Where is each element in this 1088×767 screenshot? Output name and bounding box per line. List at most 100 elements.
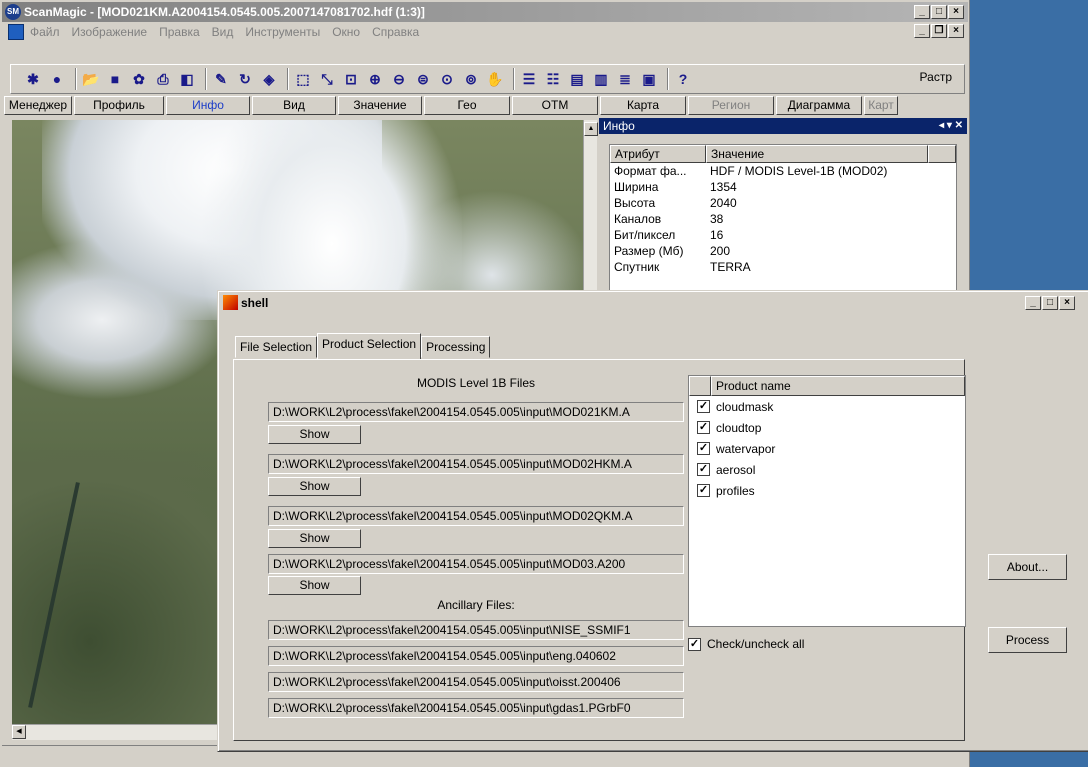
preview-icon[interactable]: ◧ (177, 69, 197, 89)
view-tab[interactable]: ОТМ (512, 96, 598, 115)
process-button[interactable]: Process (988, 627, 1067, 653)
ancillary-file-field[interactable]: D:\WORK\L2\process\fakel\2004154.0545.00… (268, 620, 684, 640)
minimize-icon[interactable]: _ (914, 5, 930, 19)
info-panel-title[interactable]: Инфо ◂ ▾ ✕ (599, 118, 967, 134)
rastr-label[interactable]: Растр (920, 70, 952, 84)
product-row[interactable]: ✓ cloudtop (689, 417, 965, 438)
info-row[interactable]: Каналов 38 (610, 211, 956, 227)
zoom-fit-icon[interactable]: ⊜ (413, 69, 433, 89)
modis-file-field[interactable]: D:\WORK\L2\process\fakel\2004154.0545.00… (268, 402, 684, 422)
layers-icon[interactable]: ◈ (259, 69, 279, 89)
empty-column-header[interactable] (928, 145, 956, 163)
product-row[interactable]: ✓ profiles (689, 480, 965, 501)
print-icon[interactable]: ⎙ (153, 69, 173, 89)
checkbox-icon[interactable]: ✓ (697, 484, 710, 497)
info-row[interactable]: Высота 2040 (610, 195, 956, 211)
checkbox-icon[interactable]: ✓ (697, 421, 710, 434)
menu-tools[interactable]: Инструменты (245, 22, 320, 42)
brush-icon[interactable]: ✎ (211, 69, 231, 89)
shell-titlebar[interactable]: shell _ □ × (221, 294, 1088, 312)
menu-view[interactable]: Вид (212, 22, 234, 42)
view-tab[interactable]: Карт (864, 96, 898, 115)
menu-help[interactable]: Справка (372, 22, 419, 42)
view-tab[interactable]: Регион (688, 96, 774, 115)
check-column-header[interactable] (689, 376, 711, 396)
menu-file[interactable]: Файл (30, 22, 60, 42)
arrange-4-icon[interactable]: ▥ (591, 69, 611, 89)
menu-image[interactable]: Изображение (72, 22, 148, 42)
zoom-rect-icon[interactable]: ⊡ (341, 69, 361, 89)
product-row[interactable]: ✓ cloudmask (689, 396, 965, 417)
show-button[interactable]: Show (268, 477, 361, 496)
mdi-minimize-icon[interactable]: _ (914, 24, 930, 38)
product-row[interactable]: ✓ aerosol (689, 459, 965, 480)
checkbox-icon[interactable]: ✓ (697, 400, 710, 413)
tab-product-selection[interactable]: Product Selection (317, 333, 422, 359)
select-icon[interactable]: ⬚ (293, 69, 313, 89)
show-button[interactable]: Show (268, 529, 361, 548)
zoom-window-icon[interactable]: ⊚ (461, 69, 481, 89)
rotate-icon[interactable]: ↻ (235, 69, 255, 89)
view-tab[interactable]: Вид (252, 96, 336, 115)
maximize-icon[interactable]: □ (931, 5, 947, 19)
arrange-5-icon[interactable]: ≣ (615, 69, 635, 89)
close-icon[interactable]: × (948, 5, 964, 19)
view-tab[interactable]: Инфо (166, 96, 250, 115)
ancillary-file-field[interactable]: D:\WORK\L2\process\fakel\2004154.0545.00… (268, 672, 684, 692)
modis-file-field[interactable]: D:\WORK\L2\process\fakel\2004154.0545.00… (268, 506, 684, 526)
scroll-left-icon[interactable]: ◀ (12, 725, 26, 739)
checkbox-icon[interactable]: ✓ (697, 463, 710, 476)
arrange-2-icon[interactable]: ☷ (543, 69, 563, 89)
shell-close-icon[interactable]: × (1059, 296, 1075, 310)
panel-controls-icon[interactable]: ◂ ▾ ✕ (939, 118, 963, 134)
about-button[interactable]: About... (988, 554, 1067, 580)
arrange-6-icon[interactable]: ▣ (639, 69, 659, 89)
view-tab[interactable]: Диаграмма (776, 96, 862, 115)
new-icon[interactable]: ✱ (23, 69, 43, 89)
info-attribute-list[interactable]: Атрибут Значение Формат фа... HDF / MODIS… (609, 144, 957, 298)
show-button[interactable]: Show (268, 576, 361, 595)
document-icon[interactable] (8, 24, 24, 40)
tab-processing[interactable]: Processing (421, 336, 491, 358)
menu-edit[interactable]: Правка (159, 22, 200, 42)
value-column-header[interactable]: Значение (706, 145, 928, 163)
info-row[interactable]: Спутник TERRA (610, 259, 956, 275)
mdi-restore-icon[interactable]: ❐ (931, 24, 947, 38)
settings-icon[interactable]: ✿ (129, 69, 149, 89)
product-name-column-header[interactable]: Product name (711, 376, 965, 396)
ancillary-file-field[interactable]: D:\WORK\L2\process\fakel\2004154.0545.00… (268, 698, 684, 718)
ancillary-file-field[interactable]: D:\WORK\L2\process\fakel\2004154.0545.00… (268, 646, 684, 666)
product-row[interactable]: ✓ watervapor (689, 438, 965, 459)
help-icon[interactable]: ? (673, 69, 693, 89)
arrange-3-icon[interactable]: ▤ (567, 69, 587, 89)
view-tab[interactable]: Гео (424, 96, 510, 115)
show-button[interactable]: Show (268, 425, 361, 444)
view-tab[interactable]: Карта (600, 96, 686, 115)
view-tab[interactable]: Профиль (74, 96, 164, 115)
info-row[interactable]: Ширина 1354 (610, 179, 956, 195)
attribute-column-header[interactable]: Атрибут (610, 145, 706, 163)
checkbox-icon[interactable]: ✓ (688, 637, 701, 651)
modis-file-field[interactable]: D:\WORK\L2\process\fakel\2004154.0545.00… (268, 554, 684, 574)
checkbox-icon[interactable]: ✓ (697, 442, 710, 455)
pan-hand-icon[interactable]: ✋ (485, 69, 505, 89)
info-row[interactable]: Размер (Мб) 200 (610, 243, 956, 259)
info-row[interactable]: Формат фа... HDF / MODIS Level-1B (MOD02) (610, 163, 956, 179)
scroll-up-icon[interactable]: ▲ (584, 122, 598, 136)
check-all-checkbox[interactable]: ✓ Check/uncheck all (688, 637, 804, 651)
modis-file-field[interactable]: D:\WORK\L2\process\fakel\2004154.0545.00… (268, 454, 684, 474)
zoom-actual-icon[interactable]: ⊙ (437, 69, 457, 89)
open-icon[interactable]: 📂 (81, 69, 101, 89)
tab-file-selection[interactable]: File Selection (235, 336, 318, 358)
window-titlebar[interactable]: SM ScanMagic - [MOD021KM.A2004154.0545.0… (2, 2, 968, 22)
view-tab[interactable]: Менеджер (4, 96, 72, 115)
product-list[interactable]: Product name ✓ cloudmask ✓ cloudtop ✓ waterva… (688, 375, 966, 627)
info-row[interactable]: Бит/пиксел 16 (610, 227, 956, 243)
save-icon[interactable]: ■ (105, 69, 125, 89)
mdi-close-icon[interactable]: × (948, 24, 964, 38)
shell-minimize-icon[interactable]: _ (1025, 296, 1041, 310)
view-tab[interactable]: Значение (338, 96, 422, 115)
zoom-out-icon[interactable]: ⊖ (389, 69, 409, 89)
zoom-in-icon[interactable]: ⊕ (365, 69, 385, 89)
shell-maximize-icon[interactable]: □ (1042, 296, 1058, 310)
